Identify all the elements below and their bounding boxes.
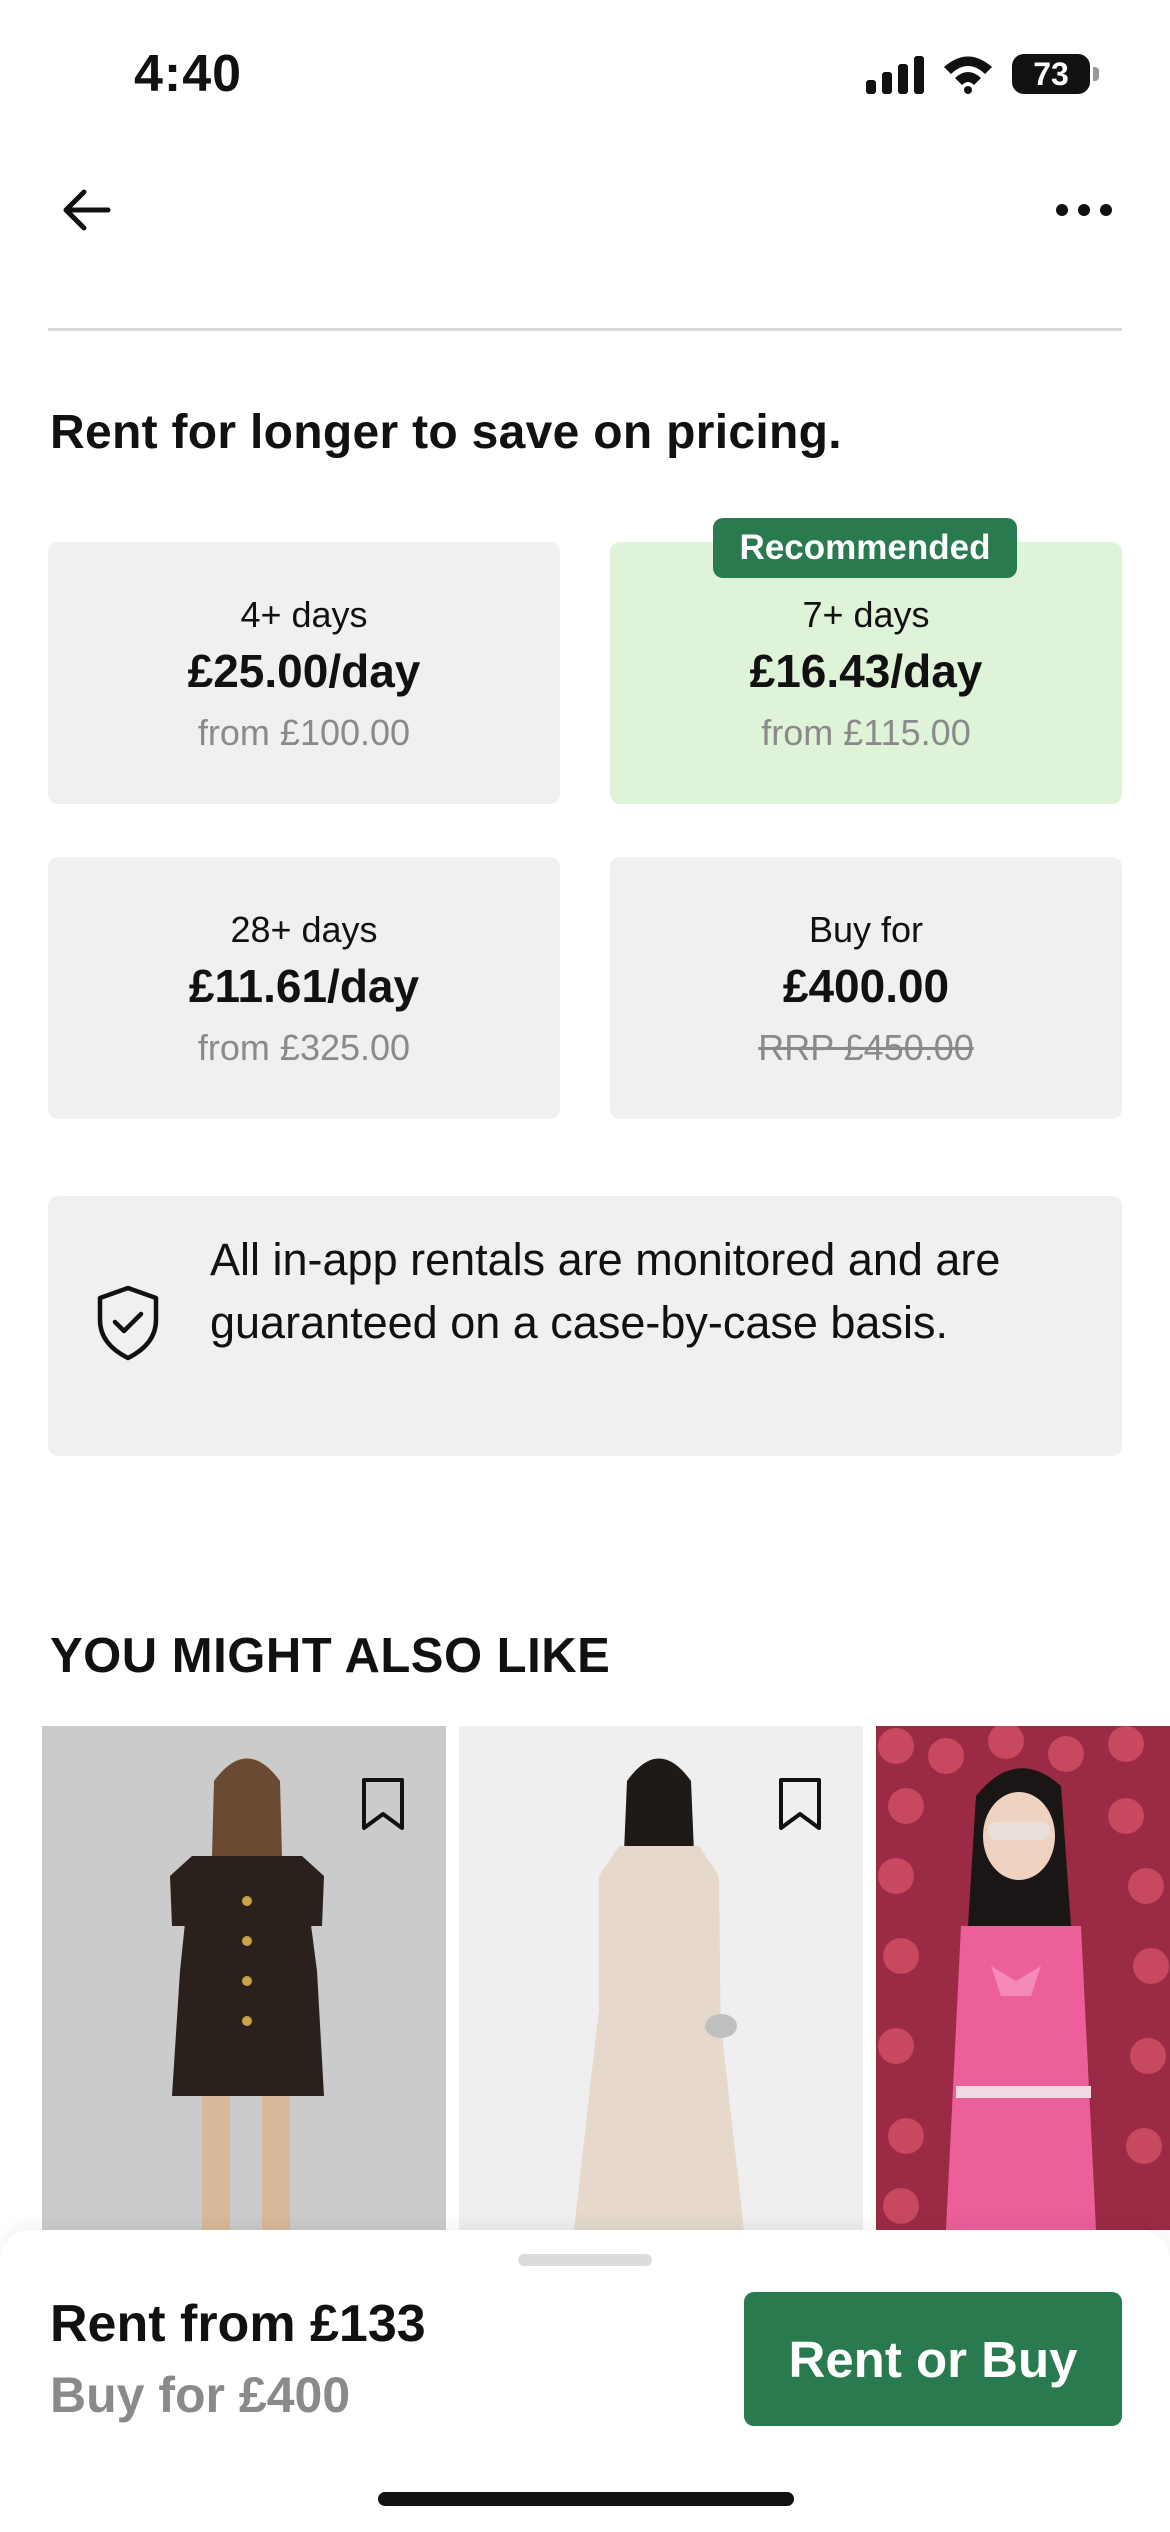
- cellular-signal-icon: [866, 54, 924, 94]
- rent-from-price: Rent from £133: [50, 2295, 426, 2353]
- shield-check-icon: [97, 1285, 159, 1361]
- option-price: £400.00: [782, 960, 950, 1012]
- ellipsis-icon: [1056, 204, 1112, 216]
- option-subtotal: from £100.00: [197, 712, 411, 753]
- bookmark-icon[interactable]: [775, 1776, 825, 1832]
- pricing-option-buy[interactable]: Buy for £400.00 RRP £450.00: [610, 857, 1122, 1119]
- guarantee-text: All in-app rentals are monitored and are…: [210, 1234, 1001, 1348]
- pricing-option-7-days[interactable]: 7+ days £16.43/day from £115.00: [610, 542, 1122, 804]
- divider: [48, 328, 1122, 331]
- battery-icon: 73: [1012, 54, 1099, 94]
- option-subtotal: from £325.00: [197, 1027, 411, 1068]
- option-subtotal: from £115.00: [761, 712, 971, 753]
- pricing-option-4-days[interactable]: 4+ days £25.00/day from £100.00: [48, 542, 560, 804]
- rent-or-buy-button[interactable]: Rent or Buy: [744, 2292, 1122, 2426]
- purchase-bottom-sheet: Rent from £133 Buy for £400 Rent or Buy: [0, 2230, 1170, 2532]
- pricing-headline: Rent for longer to save on pricing.: [50, 406, 842, 459]
- option-price: £16.43/day: [749, 645, 983, 697]
- guarantee-notice: All in-app rentals are monitored and are…: [48, 1196, 1122, 1456]
- option-label: Buy for: [808, 909, 924, 950]
- option-price: £11.61/day: [188, 960, 420, 1012]
- home-indicator: [378, 2492, 794, 2506]
- option-price: £25.00/day: [187, 645, 421, 697]
- buy-for-price: Buy for £400: [50, 2367, 351, 2423]
- pricing-option-28-days[interactable]: 28+ days £11.61/day from £325.00: [48, 857, 560, 1119]
- status-bar: 4:40 73: [0, 0, 1170, 150]
- product-image: [876, 1726, 1170, 2230]
- more-options-button[interactable]: [1046, 172, 1122, 248]
- sheet-grabber[interactable]: [518, 2254, 652, 2266]
- rrp-price: RRP £450.00: [758, 1027, 974, 1068]
- option-label: 28+ days: [230, 909, 378, 950]
- arrow-left-icon: [63, 189, 111, 231]
- status-icons: 73: [866, 54, 1099, 94]
- wifi-icon: [944, 56, 992, 94]
- option-label: 4+ days: [240, 594, 368, 635]
- recommended-badge: Recommended: [713, 518, 1017, 578]
- status-time: 4:40: [134, 45, 243, 103]
- product-pricing-screen: 4:40 73 Rent for longer to save on prici…: [0, 0, 1170, 2532]
- product-card-pink-dress[interactable]: [876, 1726, 1170, 2230]
- product-card-sequin-dress[interactable]: [459, 1726, 863, 2230]
- option-label: 7+ days: [802, 594, 930, 635]
- nav-bar: [0, 160, 1170, 260]
- back-button[interactable]: [48, 172, 124, 248]
- recommendations-title: YOU MIGHT ALSO LIKE: [50, 1629, 611, 1683]
- product-card-lace-dress[interactable]: [42, 1726, 446, 2230]
- bookmark-icon[interactable]: [358, 1776, 408, 1832]
